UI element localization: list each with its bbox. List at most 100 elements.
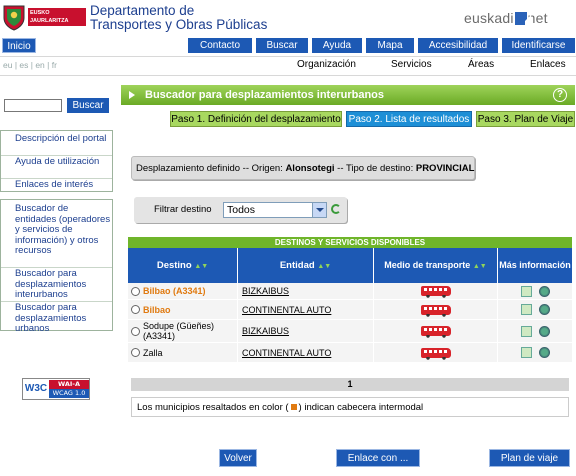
divider <box>0 75 576 76</box>
bus-icon <box>420 326 451 338</box>
column-header-entidad[interactable]: Entidad ▲▼ <box>238 248 374 283</box>
destino-name: Zalla <box>143 347 163 358</box>
trip-summary: Desplazamiento definido -- Origen: Alons… <box>131 156 475 180</box>
cell-entidad: CONTINENTAL AUTO <box>238 343 374 362</box>
bus-icon <box>420 347 451 360</box>
step-2-tab[interactable]: Paso 2. Lista de resultados <box>346 111 472 127</box>
sidebar-link-buscador-entidades[interactable]: Buscador de entidades (operadores y serv… <box>1 203 112 266</box>
lang-eu[interactable]: eu <box>3 60 12 70</box>
subnav-areas[interactable]: Áreas <box>468 59 494 70</box>
department-title-line-2: Transportes y Obras Públicas <box>90 17 268 32</box>
column-header-medio[interactable]: Medio de transporte ▲▼ <box>374 248 498 283</box>
w3c-logo: W3C <box>24 383 48 394</box>
volver-button[interactable]: Volver <box>219 449 257 467</box>
destino-name: Bilbao (A3341) <box>143 286 206 296</box>
sidebar-link-buscador-urbanos[interactable]: Buscador para desplazamientos urbanos <box>1 302 112 334</box>
sidebar-group-info: Descripción del portal Ayuda de utilizac… <box>0 130 113 192</box>
filter-label: Filtrar destino <box>154 204 212 215</box>
step-3-tab[interactable]: Paso 3. Plan de Viaje <box>476 111 575 127</box>
page-number[interactable]: 1 <box>347 379 352 389</box>
select-radio[interactable] <box>131 326 140 336</box>
subnav-organizacion[interactable]: Organización <box>297 59 356 70</box>
nav-accesibilidad[interactable]: Accesibilidad <box>418 38 498 53</box>
language-selector: eu | es | en | fr <box>3 60 57 70</box>
step-1-tab[interactable]: Paso 1. Definición del desplazamiento <box>170 111 342 127</box>
column-header-destino[interactable]: Destino ▲▼ <box>128 248 238 283</box>
arrow-right-icon <box>129 91 135 99</box>
sidebar-link-buscador-interurbanos[interactable]: Buscador para desplazamientos interurban… <box>1 268 112 300</box>
timetable-icon[interactable] <box>520 325 532 337</box>
web-info-icon[interactable] <box>538 325 550 337</box>
entidad-link[interactable]: CONTINENTAL AUTO <box>242 348 331 358</box>
web-info-icon[interactable] <box>538 304 550 315</box>
coat-of-arms-icon <box>3 5 25 31</box>
cell-entidad: CONTINENTAL AUTO <box>238 300 374 319</box>
cell-destino: Bilbao (A3341) <box>131 283 238 299</box>
sort-arrows-icon[interactable]: ▲▼ <box>473 263 487 270</box>
sidebar-link-descripcion[interactable]: Descripción del portal <box>1 133 112 154</box>
entidad-link[interactable]: CONTINENTAL AUTO <box>242 305 331 315</box>
help-icon[interactable]: ? <box>553 88 567 102</box>
filter-selected-value: Todos <box>227 204 256 216</box>
pagination: 1 <box>131 378 569 391</box>
euskadi-net-logo[interactable]: euskadi net <box>464 10 548 28</box>
plan-de-viaje-button[interactable]: Plan de viaje <box>489 449 570 467</box>
basque-government-logo[interactable]: EUSKO JAURLARITZA GOBIERNO VASCO <box>2 3 86 32</box>
timetable-icon[interactable] <box>520 347 532 358</box>
nav-home-button[interactable]: Inicio <box>2 38 36 53</box>
cell-mas-info <box>498 283 572 299</box>
cell-mas-info <box>498 300 572 319</box>
bus-icon <box>420 304 451 317</box>
chevron-down-icon[interactable] <box>312 203 326 217</box>
sidebar-link-ayuda[interactable]: Ayuda de utilización <box>1 156 112 177</box>
refresh-icon[interactable] <box>331 204 341 214</box>
page-title: Buscador para desplazamientos interurban… <box>145 89 385 101</box>
sort-arrows-icon[interactable]: ▲▼ <box>317 263 331 270</box>
bus-icon <box>420 286 451 298</box>
table-row[interactable]: Zalla CONTINENTAL AUTO <box>128 343 572 363</box>
select-radio[interactable] <box>131 286 140 296</box>
enlace-con-button[interactable]: Enlace con ... <box>336 449 420 467</box>
nav-contacto[interactable]: Contacto <box>188 38 252 53</box>
filter-destino-select[interactable]: Todos <box>223 202 327 218</box>
select-radio[interactable] <box>131 305 140 314</box>
cell-destino: Bilbao <box>131 300 238 319</box>
select-radio[interactable] <box>131 348 140 357</box>
nav-buscar[interactable]: Buscar <box>256 38 308 53</box>
sidebar-link-enlaces[interactable]: Enlaces de interés <box>1 179 112 191</box>
nav-identificarse[interactable]: Identificarse <box>502 38 575 53</box>
summary-prefix: Desplazamiento definido -- Origen: <box>136 163 283 174</box>
sidebar-group-buscadores: Buscador de entidades (operadores y serv… <box>0 199 113 334</box>
wcag-version: WCAG 1.0 <box>49 389 89 398</box>
subnav-servicios[interactable]: Servicios <box>391 59 432 70</box>
cell-entidad: BIZKAIBUS <box>238 320 374 342</box>
search-button[interactable]: Buscar <box>67 98 109 113</box>
page-title-bar: Buscador para desplazamientos interurban… <box>121 85 575 105</box>
brand-right: net <box>527 10 548 26</box>
wai-level: WAI-A <box>49 380 89 389</box>
table-row[interactable]: Sodupe (Güeñes) (A3341) BIZKAIBUS <box>128 320 572 343</box>
department-title[interactable]: Departamento de Transportes y Obras Públ… <box>90 4 267 32</box>
timetable-icon[interactable] <box>520 304 532 315</box>
cell-mas-info <box>498 320 572 342</box>
subnav-enlaces[interactable]: Enlaces <box>530 59 566 70</box>
lang-es[interactable]: es <box>19 60 28 70</box>
search-input[interactable] <box>4 99 62 112</box>
summary-destination-type: PROVINCIAL <box>415 163 475 174</box>
entidad-link[interactable]: BIZKAIBUS <box>242 326 289 336</box>
entidad-link[interactable]: BIZKAIBUS <box>242 286 289 296</box>
sort-arrows-icon[interactable]: ▲▼ <box>194 263 208 270</box>
nav-mapa[interactable]: Mapa <box>366 38 414 53</box>
wai-a-badge[interactable]: W3C WAI-A WCAG 1.0 <box>22 378 90 400</box>
web-info-icon[interactable] <box>538 285 550 297</box>
destino-name: Sodupe (Güeñes) (A3341) <box>143 321 215 341</box>
timetable-icon[interactable] <box>520 285 532 297</box>
table-row[interactable]: Bilbao (A3341) BIZKAIBUS <box>128 283 572 300</box>
lang-en[interactable]: en <box>35 60 44 70</box>
web-info-icon[interactable] <box>538 347 550 358</box>
lang-fr[interactable]: fr <box>52 60 57 70</box>
legend-note: Los municipios resaltados en color () in… <box>131 397 569 417</box>
table-row[interactable]: Bilbao CONTINENTAL AUTO <box>128 300 572 320</box>
filter-panel: Filtrar destino Todos <box>134 197 347 223</box>
nav-ayuda[interactable]: Ayuda <box>312 38 362 53</box>
